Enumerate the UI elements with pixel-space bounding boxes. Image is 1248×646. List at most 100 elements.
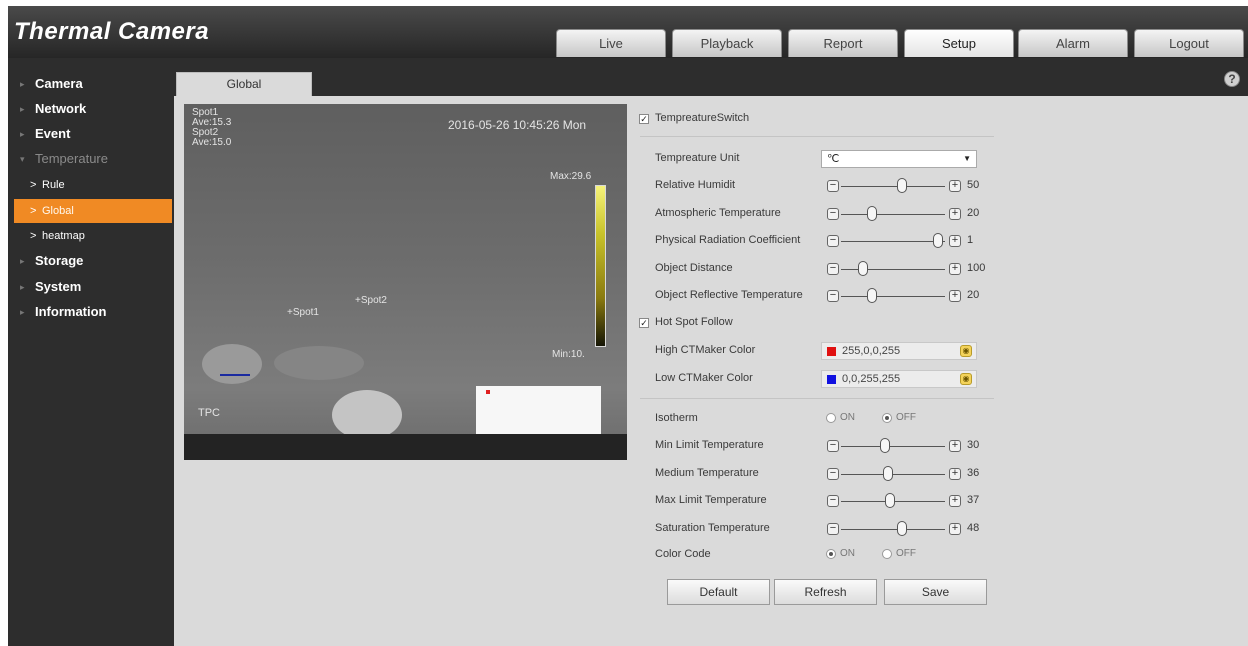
saturation-temperature-value: 48 — [967, 521, 980, 534]
high-color-field[interactable]: 255,0,0,255 — [821, 342, 977, 360]
physical-radiation-coefficient-slider-thumb[interactable] — [933, 233, 943, 248]
sidebar-item-label: Storage — [35, 253, 84, 268]
isotherm-on-radio[interactable] — [826, 413, 836, 423]
min-limit-temperature-value: 30 — [967, 439, 980, 451]
default-button[interactable]: Default — [667, 579, 770, 605]
minus-icon[interactable]: − — [827, 262, 839, 275]
minus-icon[interactable]: − — [827, 290, 839, 302]
app: Thermal Camera Live Playback Report Setu… — [0, 0, 1248, 646]
saturation-temperature-slider-track[interactable] — [841, 528, 945, 530]
save-button[interactable]: Save — [884, 579, 987, 605]
sidebar-item-system[interactable]: ▸ System — [8, 275, 174, 299]
plus-icon[interactable]: + — [949, 467, 961, 480]
high-color-swatch — [827, 347, 836, 356]
object-distance-slider-track[interactable] — [841, 268, 945, 270]
atmospheric-temperature-slider-track[interactable] — [841, 213, 945, 215]
minus-icon[interactable]: − — [827, 440, 839, 452]
temp-unit-select[interactable]: ℃ ▼ — [821, 150, 977, 168]
max-limit-temperature-slider-thumb[interactable] — [885, 493, 895, 508]
plus-icon[interactable]: + — [949, 440, 961, 452]
nav-tab-live[interactable]: Live — [556, 29, 666, 57]
spot2-marker: +Spot2 — [355, 295, 387, 306]
object-reflective-temperature-slider-thumb[interactable] — [867, 288, 877, 303]
min-limit-temperature-label: Min Limit Temperature — [655, 439, 764, 451]
max-limit-temperature-label: Max Limit Temperature — [655, 494, 767, 506]
medium-temperature-slider-thumb[interactable] — [883, 465, 893, 481]
sidebar-item-label: heatmap — [42, 230, 85, 242]
color-code-off-label: OFF — [896, 548, 916, 559]
nav-tab-alarm[interactable]: Alarm — [1018, 29, 1128, 57]
color-code-on-radio[interactable] — [826, 549, 836, 559]
divider — [640, 136, 994, 137]
header-bar: Thermal Camera Live Playback Report Setu… — [8, 6, 1248, 58]
main-panel: Global ? Spot1 Ave:15.3 Spot2 Ave:15.0 2… — [174, 58, 1248, 646]
sidebar-item-information[interactable]: ▸ Information — [8, 300, 174, 324]
minus-icon[interactable]: − — [827, 522, 839, 535]
hotspot-marker — [486, 390, 490, 394]
relative-humidit-slider-thumb[interactable] — [897, 178, 907, 193]
sidebar-item-network[interactable]: ▸ Network — [8, 97, 174, 121]
minus-icon[interactable]: − — [827, 467, 839, 480]
sidebar-item-camera[interactable]: ▸ Camera — [8, 72, 174, 96]
help-icon[interactable]: ? — [1224, 71, 1240, 87]
sidebar-item-global[interactable]: > Global — [14, 199, 172, 223]
object-distance-slider-thumb[interactable] — [858, 260, 868, 276]
scene-object — [332, 390, 402, 440]
plus-icon[interactable]: + — [949, 235, 961, 247]
plus-icon[interactable]: + — [949, 495, 961, 507]
minus-icon[interactable]: − — [827, 180, 839, 192]
nav-tab-playback[interactable]: Playback — [672, 29, 782, 57]
minus-icon[interactable]: − — [827, 495, 839, 507]
isotherm-off-label: OFF — [896, 412, 916, 423]
color-code-on-label: ON — [840, 548, 855, 559]
isotherm-on-label: ON — [840, 412, 855, 423]
plus-icon[interactable]: + — [949, 180, 961, 192]
tab-global[interactable]: Global — [176, 72, 312, 96]
color-picker-icon[interactable]: ◉ — [960, 345, 972, 357]
physical-radiation-coefficient-slider-track[interactable] — [841, 241, 945, 242]
nav-tab-logout[interactable]: Logout — [1134, 29, 1244, 57]
sidebar-item-label: System — [35, 279, 82, 294]
chevron-right-icon: ▸ — [20, 307, 25, 317]
object-reflective-temperature-slider-track[interactable] — [841, 296, 945, 297]
saturation-temperature-slider-thumb[interactable] — [897, 520, 907, 536]
min-limit-temperature-slider-track[interactable] — [841, 446, 945, 447]
sidebar-item-rule[interactable]: > Rule — [8, 173, 174, 197]
atmospheric-temperature-slider-thumb[interactable] — [867, 205, 877, 221]
chevron-right-icon: > — [30, 205, 37, 217]
isotherm-off-radio[interactable] — [882, 413, 892, 423]
sidebar-item-heatmap[interactable]: > heatmap — [8, 224, 174, 248]
temperature-switch-checkbox[interactable]: ✓ — [639, 114, 649, 124]
color-picker-icon[interactable]: ◉ — [960, 373, 972, 385]
plus-icon[interactable]: + — [949, 207, 961, 220]
sidebar-item-event[interactable]: ▸ Event — [8, 122, 174, 146]
chevron-right-icon: ▸ — [20, 129, 25, 139]
sidebar-item-label: Camera — [35, 76, 83, 91]
refresh-button[interactable]: Refresh — [774, 579, 877, 605]
min-limit-temperature-slider-thumb[interactable] — [880, 438, 890, 453]
isotherm-label: Isotherm — [655, 412, 698, 424]
sidebar-item-storage[interactable]: ▸ Storage — [8, 249, 174, 273]
low-color-value: 0,0,255,255 — [842, 373, 901, 385]
sidebar: ▸ Camera ▸ Network ▸ Event ▾ Temperature… — [8, 58, 174, 646]
relative-humidit-label: Relative Humidit — [655, 179, 736, 191]
nav-tab-report[interactable]: Report — [788, 29, 898, 57]
atmospheric-temperature-value: 20 — [967, 206, 980, 219]
chevron-down-icon: ▾ — [20, 154, 25, 164]
spot1-marker: +Spot1 — [287, 307, 319, 318]
color-code-off-radio[interactable] — [882, 549, 892, 559]
relative-humidit-slider-track[interactable] — [841, 186, 945, 187]
sidebar-item-label: Temperature — [35, 151, 108, 166]
plus-icon[interactable]: + — [949, 522, 961, 535]
minus-icon[interactable]: − — [827, 235, 839, 247]
hot-spot-follow-checkbox[interactable]: ✓ — [639, 318, 649, 328]
sidebar-item-temperature[interactable]: ▾ Temperature — [8, 147, 174, 171]
low-color-field[interactable]: 0,0,255,255 — [821, 370, 977, 388]
sidebar-item-label: Event — [35, 126, 71, 141]
minus-icon[interactable]: − — [827, 207, 839, 220]
tab-strip — [174, 58, 1248, 96]
medium-temperature-slider-track[interactable] — [841, 473, 945, 475]
plus-icon[interactable]: + — [949, 262, 961, 275]
plus-icon[interactable]: + — [949, 290, 961, 302]
nav-tab-setup[interactable]: Setup — [904, 29, 1014, 57]
